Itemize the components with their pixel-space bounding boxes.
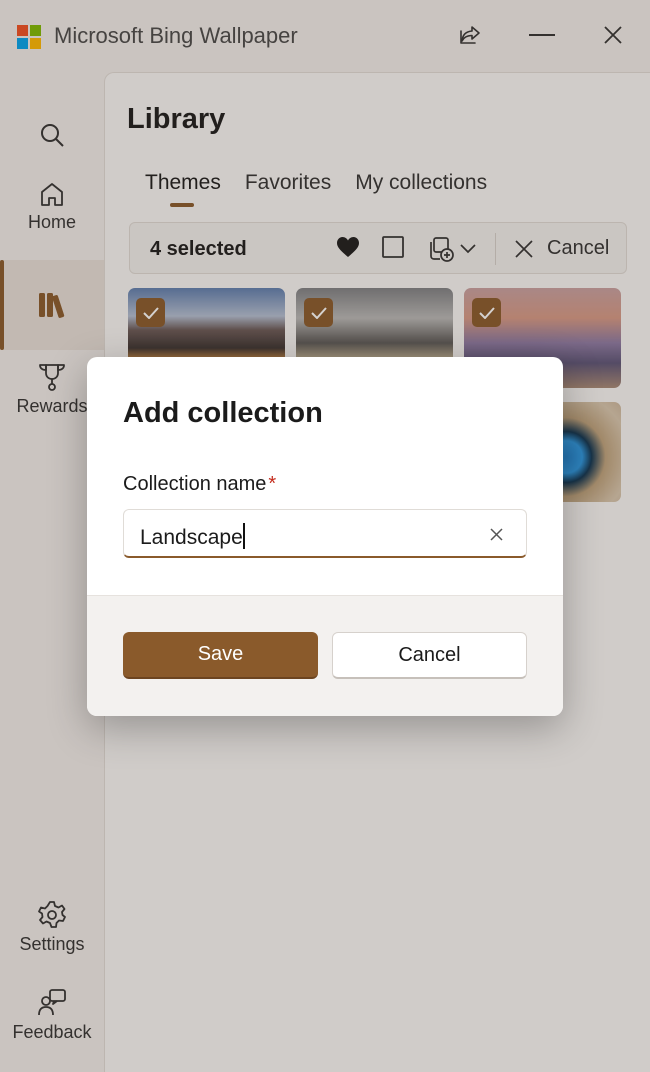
collection-name-label: Collection name * [123, 473, 276, 496]
add-collection-dialog: Add collection Collection name * Landscap… [87, 357, 563, 716]
collection-name-value: Landscape [140, 523, 245, 550]
text-caret [242, 523, 245, 549]
required-asterisk: * [268, 473, 277, 495]
clear-icon [489, 527, 503, 541]
collection-name-text: Landscape [140, 526, 243, 549]
dialog-title: Add collection [123, 397, 323, 429]
collection-name-input[interactable]: Landscape [123, 509, 527, 558]
dialog-footer: Save Cancel [87, 595, 563, 716]
clear-input-button[interactable] [486, 524, 506, 544]
collection-name-label-text: Collection name [123, 473, 267, 495]
save-button[interactable]: Save [123, 632, 318, 679]
cancel-button[interactable]: Cancel [332, 632, 527, 679]
app-window: Microsoft Bing Wallpaper Home Rewards Se… [0, 0, 650, 1072]
